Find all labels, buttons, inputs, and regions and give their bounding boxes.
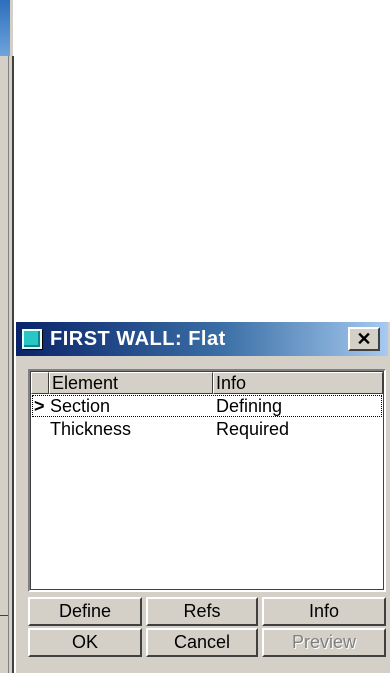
- background-titlebar-fragment: [0, 0, 10, 56]
- background-panel-fragment: [0, 60, 8, 616]
- list-row-section[interactable]: > Section Defining: [32, 395, 382, 417]
- refs-button[interactable]: Refs: [146, 597, 258, 626]
- row-element: Thickness: [50, 419, 132, 439]
- list-row-thickness[interactable]: Thickness Required: [32, 418, 382, 440]
- chevron-right-icon: >: [34, 396, 45, 416]
- info-button[interactable]: Info: [262, 597, 386, 626]
- close-icon: ✕: [356, 329, 372, 349]
- ok-button[interactable]: OK: [28, 628, 142, 657]
- row-info: Defining: [216, 396, 283, 416]
- cancel-button[interactable]: Cancel: [146, 628, 258, 657]
- column-header-info[interactable]: Info: [213, 372, 383, 394]
- teal-window-icon: [22, 329, 42, 349]
- define-button[interactable]: Define: [28, 597, 142, 626]
- column-header-element[interactable]: Element: [49, 372, 213, 394]
- close-button[interactable]: ✕: [348, 327, 380, 351]
- list-header: Element Info: [31, 372, 383, 394]
- dialog-titlebar[interactable]: FIRST WALL: Flat ✕: [16, 322, 388, 356]
- element-list[interactable]: Element Info > Section Defining Thicknes…: [28, 369, 386, 592]
- row-element: Section: [50, 396, 111, 416]
- preview-button: Preview: [262, 628, 386, 657]
- first-wall-dialog: FIRST WALL: Flat ✕ Element Info > Sectio…: [14, 320, 390, 673]
- column-header-gutter[interactable]: [31, 372, 49, 394]
- background-window-edge: [0, 0, 14, 673]
- row-info: Required: [216, 419, 290, 439]
- dialog-title: FIRST WALL: Flat: [50, 327, 226, 350]
